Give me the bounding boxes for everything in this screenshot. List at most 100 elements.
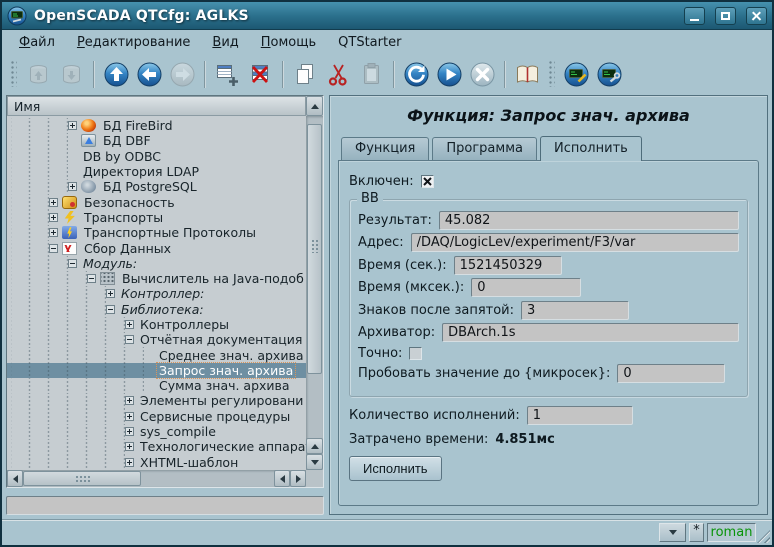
status-star-button[interactable]: *	[689, 523, 704, 542]
tree-row[interactable]: Директория LDAP	[7, 164, 306, 179]
tree-row[interactable]: БД FireBird	[7, 118, 306, 133]
add-item-button[interactable]	[211, 58, 244, 90]
horizontal-scrollbar-thumb[interactable]	[23, 471, 141, 486]
tree-row[interactable]: Транспорты	[7, 210, 306, 225]
tree-row[interactable]: Контроллер:	[7, 286, 306, 301]
scrollbar-corner	[306, 470, 323, 487]
execute-button[interactable]: Исполнить	[349, 456, 442, 481]
tree-column-header[interactable]: Имя	[7, 96, 306, 116]
tree-item-label: Контроллер:	[119, 286, 206, 301]
scroll-right-button[interactable]	[290, 470, 306, 487]
time-sec-field[interactable]	[454, 256, 562, 275]
tree-row[interactable]: Сбор Данных	[7, 240, 306, 255]
tree-row[interactable]: Библиотека:	[7, 302, 306, 317]
enabled-checkbox[interactable]	[421, 175, 434, 188]
expand-toggle[interactable]	[125, 427, 134, 436]
tree-row[interactable]: БД PostgreSQL	[7, 179, 306, 194]
delete-item-button[interactable]	[244, 58, 277, 90]
tree-vertical-scrollbar[interactable]	[306, 116, 323, 470]
expand-toggle[interactable]	[125, 335, 134, 344]
resize-grip[interactable]	[757, 530, 770, 543]
expand-toggle[interactable]	[49, 198, 58, 207]
minimize-button[interactable]	[684, 7, 705, 25]
expand-toggle[interactable]	[49, 213, 58, 222]
vertical-scrollbar-thumb[interactable]	[307, 124, 322, 374]
status-dropdown-button[interactable]	[659, 523, 686, 542]
expand-toggle[interactable]	[49, 244, 58, 253]
tab[interactable]: Исполнить	[540, 136, 642, 161]
tree-row[interactable]: Контроллеры	[7, 317, 306, 332]
expand-toggle[interactable]	[125, 412, 134, 421]
tree-row[interactable]: Среднее знач. архива	[7, 347, 306, 362]
stop-button[interactable]	[466, 58, 499, 90]
copy-button[interactable]	[289, 58, 322, 90]
menu-item[interactable]: Файл	[10, 33, 64, 52]
toolbar-drag-handle[interactable]	[11, 61, 17, 87]
expand-toggle[interactable]	[125, 396, 134, 405]
menu-item[interactable]: Помощь	[252, 33, 325, 52]
tree-row[interactable]: sys_compile	[7, 424, 306, 439]
tree-indent	[11, 393, 125, 408]
close-button[interactable]	[746, 7, 767, 25]
scroll-left-button[interactable]	[7, 470, 23, 487]
expand-toggle[interactable]	[68, 182, 77, 191]
expand-toggle[interactable]	[68, 121, 77, 130]
cut-button[interactable]	[322, 58, 355, 90]
tree-row[interactable]: Запрос знач. архива	[7, 363, 306, 378]
expand-toggle[interactable]	[49, 228, 58, 237]
up-button[interactable]	[100, 58, 133, 90]
tree-indent	[11, 133, 68, 148]
expand-toggle[interactable]	[125, 458, 134, 467]
tree-row[interactable]: Модуль:	[7, 256, 306, 271]
tree-horizontal-scrollbar[interactable]	[7, 470, 306, 487]
scroll-down-button[interactable]	[306, 454, 323, 470]
tree-filter-field[interactable]	[6, 496, 324, 515]
expand-toggle[interactable]	[125, 442, 134, 451]
exact-checkbox[interactable]	[409, 347, 422, 360]
result-field[interactable]	[439, 211, 739, 230]
start-button[interactable]	[433, 58, 466, 90]
exec-count-field[interactable]	[527, 406, 633, 425]
tree-row[interactable]: Отчётная документация	[7, 332, 306, 347]
digits-field[interactable]	[521, 301, 629, 320]
tab[interactable]: Программа	[432, 137, 537, 160]
archiver-field[interactable]	[442, 323, 739, 342]
back-button[interactable]	[133, 58, 166, 90]
tree-row[interactable]: Элементы регулировани	[7, 393, 306, 408]
menu-item[interactable]: QTStarter	[329, 33, 410, 52]
tree-item-label: Сервисные процедуры	[138, 409, 292, 424]
vision-developing-button[interactable]	[560, 58, 593, 90]
tree-row[interactable]: Технологические аппарат	[7, 439, 306, 454]
titlebar[interactable]: OpenSCADA QTCfg: AGLKS	[2, 2, 772, 30]
tree-row[interactable]: Транспортные Протоколы	[7, 225, 306, 240]
expand-toggle[interactable]	[125, 320, 134, 329]
refresh-button[interactable]	[400, 58, 433, 90]
tree-row[interactable]: Сумма знач. архива	[7, 378, 306, 393]
tree-row[interactable]: Вычислитель на Java-подоб	[7, 271, 306, 286]
expand-toggle[interactable]	[106, 289, 115, 298]
manual-button[interactable]	[511, 58, 544, 90]
tree-row[interactable]: DB by ODBC	[7, 149, 306, 164]
expand-toggle[interactable]	[87, 274, 96, 283]
menu-item[interactable]: Вид	[203, 33, 247, 52]
tree-row[interactable]: Безопасность	[7, 194, 306, 209]
tree-row[interactable]: БД DBF	[7, 133, 306, 148]
current-user-badge[interactable]: roman	[707, 523, 756, 542]
maximize-button[interactable]	[715, 7, 736, 25]
tree-item-label: sys_compile	[138, 424, 218, 439]
scroll-left-button[interactable]	[274, 470, 290, 487]
vision-runtime-button[interactable]	[593, 58, 626, 90]
address-field[interactable]	[411, 233, 739, 252]
probe-field[interactable]	[617, 364, 725, 383]
scroll-up-button[interactable]	[306, 438, 323, 454]
scroll-up-button[interactable]	[306, 96, 323, 116]
tree-row[interactable]: XHTML-шаблон	[7, 455, 306, 470]
expand-toggle[interactable]	[106, 305, 115, 314]
tab[interactable]: Функция	[341, 137, 429, 160]
time-usec-field[interactable]	[471, 278, 581, 297]
expand-toggle[interactable]	[68, 259, 77, 268]
up-icon	[103, 61, 130, 88]
tree-row[interactable]: Сервисные процедуры	[7, 409, 306, 424]
menu-item[interactable]: Редактирование	[68, 33, 199, 52]
toolbar-drag-handle[interactable]	[549, 61, 555, 87]
